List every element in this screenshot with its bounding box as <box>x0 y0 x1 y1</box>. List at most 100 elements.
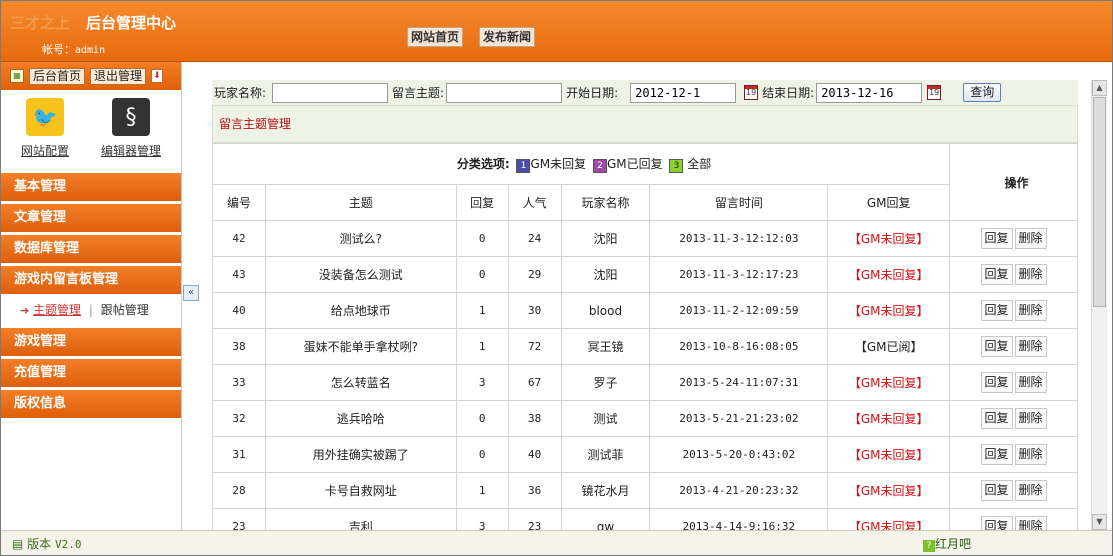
delete-button[interactable]: 删除 <box>1014 408 1047 429</box>
category-chip-3[interactable]: 3 <box>669 159 684 173</box>
nav-publish-news[interactable]: 发布新闻 <box>479 27 536 47</box>
row-actions: 回复 删除 <box>949 220 1078 257</box>
row-actions: 回复 删除 <box>949 328 1078 365</box>
row-time: 2013-11-3-12:12:03 <box>649 220 829 257</box>
row-gm-status: 【GM未回复】 <box>827 256 951 293</box>
player-name-input[interactable] <box>272 82 389 103</box>
row-time: 2013-5-24-11:07:31 <box>649 364 829 401</box>
category-row: 分类选项: 1 GM未回复 2 GM已回复 3 全部 操作 <box>211 143 1078 221</box>
reply-button[interactable]: 回复 <box>980 228 1013 249</box>
col-id: 编号 <box>212 184 266 221</box>
row-player: 罗子 <box>560 364 651 401</box>
quick-editor-manage-label[interactable]: 编辑器管理 <box>96 142 166 159</box>
row-id: 43 <box>212 256 266 293</box>
table-row: 28 卡号自救网址 1 36 镜花水月 2013-4-21-20:23:32 【GM未回复】… <box>212 472 1078 509</box>
query-button[interactable]: 查询 <box>963 83 1002 102</box>
arrow-down-icon[interactable]: ⬇ <box>151 69 164 83</box>
version-number: V2.0 <box>55 538 82 551</box>
start-date-input[interactable] <box>630 82 737 103</box>
reply-button[interactable]: 回复 <box>980 264 1013 285</box>
delete-button[interactable]: 删除 <box>1014 516 1047 530</box>
submenu-topic-manage[interactable]: 主题管理 <box>33 303 81 317</box>
col-time: 留言时间 <box>649 184 829 221</box>
delete-button[interactable]: 删除 <box>1014 372 1047 393</box>
menu-recharge[interactable]: 充值管理 <box>0 359 181 387</box>
row-views: 40 <box>507 436 562 473</box>
start-date-label: 开始日期: <box>566 86 619 100</box>
brand-text[interactable]: 红月吧 <box>935 537 971 551</box>
topic-label: 留言主题: <box>392 86 445 100</box>
table-row: 23 吉利 3 23 gw 2013-4-14-9:16:32 【GM未回复】 回复 删除 <box>212 508 1078 530</box>
reply-button[interactable]: 回复 <box>980 408 1013 429</box>
account-info: 帐号：admin <box>42 41 105 57</box>
calendar-icon[interactable]: 19 <box>744 85 759 100</box>
row-replies: 3 <box>455 364 509 401</box>
scroll-thumb[interactable] <box>1093 97 1106 307</box>
row-replies: 0 <box>455 256 509 293</box>
row-id: 28 <box>212 472 266 509</box>
menu-articles[interactable]: 文章管理 <box>0 204 181 232</box>
delete-button[interactable]: 删除 <box>1014 480 1047 501</box>
row-views: 36 <box>507 472 562 509</box>
delete-button[interactable]: 删除 <box>1014 336 1047 357</box>
category-all[interactable]: 全部 <box>687 157 711 171</box>
category-gm-unreplied[interactable]: GM未回复 <box>530 157 586 171</box>
admin-home-button[interactable]: 后台首页 <box>29 67 86 85</box>
menu-game[interactable]: 游戏管理 <box>0 328 181 356</box>
menu-guestbook[interactable]: 游戏内留言板管理 <box>0 266 181 294</box>
row-player: 沈阳 <box>560 256 651 293</box>
quick-site-config[interactable]: 🐦 网站配置 <box>10 98 80 159</box>
row-actions: 回复 删除 <box>949 292 1078 329</box>
delete-button[interactable]: 删除 <box>1014 228 1047 249</box>
nav-site-home[interactable]: 网站首页 <box>407 27 464 47</box>
brand-link[interactable]: ? 红月吧 <box>922 533 971 555</box>
reply-button[interactable]: 回复 <box>980 300 1013 321</box>
end-date-input[interactable] <box>816 82 923 103</box>
delete-button[interactable]: 删除 <box>1014 444 1047 465</box>
reply-button[interactable]: 回复 <box>980 372 1013 393</box>
submenu-reply-manage[interactable]: 跟帖管理 <box>101 303 149 317</box>
reply-button[interactable]: 回复 <box>980 516 1013 530</box>
table-row: 31 用外挂确实被踢了 0 40 测试菲 2013-5-20-0:43:02 【GM未回复】… <box>212 436 1078 473</box>
scroll-down-icon[interactable]: ▼ <box>1092 514 1107 530</box>
reply-button[interactable]: 回复 <box>980 336 1013 357</box>
reply-button[interactable]: 回复 <box>980 480 1013 501</box>
menu-copyright[interactable]: 版权信息 <box>0 390 181 418</box>
topic-input[interactable] <box>446 82 563 103</box>
editor-icon: § <box>112 98 150 136</box>
delete-button[interactable]: 删除 <box>1014 264 1047 285</box>
category-chip-2[interactable]: 2 <box>592 159 607 173</box>
row-views: 72 <box>507 328 562 365</box>
main-content: 玩家名称: 留言主题: 开始日期: 19 结束日期: 19 查询 留言主题管理 … <box>200 62 1113 530</box>
category-gm-replied[interactable]: GM已回复 <box>607 157 663 171</box>
section-title: 留言主题管理 <box>212 105 1078 143</box>
row-id: 42 <box>212 220 266 257</box>
row-id: 31 <box>212 436 266 473</box>
reply-button[interactable]: 回复 <box>980 444 1013 465</box>
vertical-scrollbar[interactable]: ▲ ▼ <box>1091 80 1107 530</box>
row-actions: 回复 删除 <box>949 436 1078 473</box>
header: 三才之上 后台管理中心 帐号：admin 网站首页 发布新闻 <box>0 0 1113 62</box>
menu-basic[interactable]: 基本管理 <box>0 173 181 201</box>
row-replies: 1 <box>455 472 509 509</box>
quick-site-config-label[interactable]: 网站配置 <box>10 142 80 159</box>
row-id: 40 <box>212 292 266 329</box>
row-actions: 回复 删除 <box>949 256 1078 293</box>
collapse-sidebar-button[interactable]: « <box>183 285 199 301</box>
calendar-icon[interactable]: 19 <box>927 85 942 100</box>
scroll-up-icon[interactable]: ▲ <box>1092 80 1107 96</box>
logout-button[interactable]: 退出管理 <box>90 67 147 85</box>
table-row: 32 逃兵哈哈 0 38 测试 2013-5-21-21:23:02 【GM未回复】 回复 删除 <box>212 400 1078 437</box>
table-body: 42 测试么? 0 24 沈阳 2013-11-3-12:12:03 【GM未回复】 回复 删除… <box>212 220 1078 530</box>
column-header-row: 编号 主题 回复 人气 玩家名称 留言时间 GM回复 <box>212 184 1078 221</box>
row-actions: 回复 删除 <box>949 364 1078 401</box>
category-chip-1[interactable]: 1 <box>516 159 531 173</box>
quick-editor-manage[interactable]: § 编辑器管理 <box>96 98 166 159</box>
row-views: 23 <box>507 508 562 530</box>
delete-button[interactable]: 删除 <box>1014 300 1047 321</box>
row-player: gw <box>560 508 651 530</box>
bird-icon: 🐦 <box>26 98 64 136</box>
end-date-label: 结束日期: <box>762 86 815 100</box>
menu-database[interactable]: 数据库管理 <box>0 235 181 263</box>
row-views: 24 <box>507 220 562 257</box>
